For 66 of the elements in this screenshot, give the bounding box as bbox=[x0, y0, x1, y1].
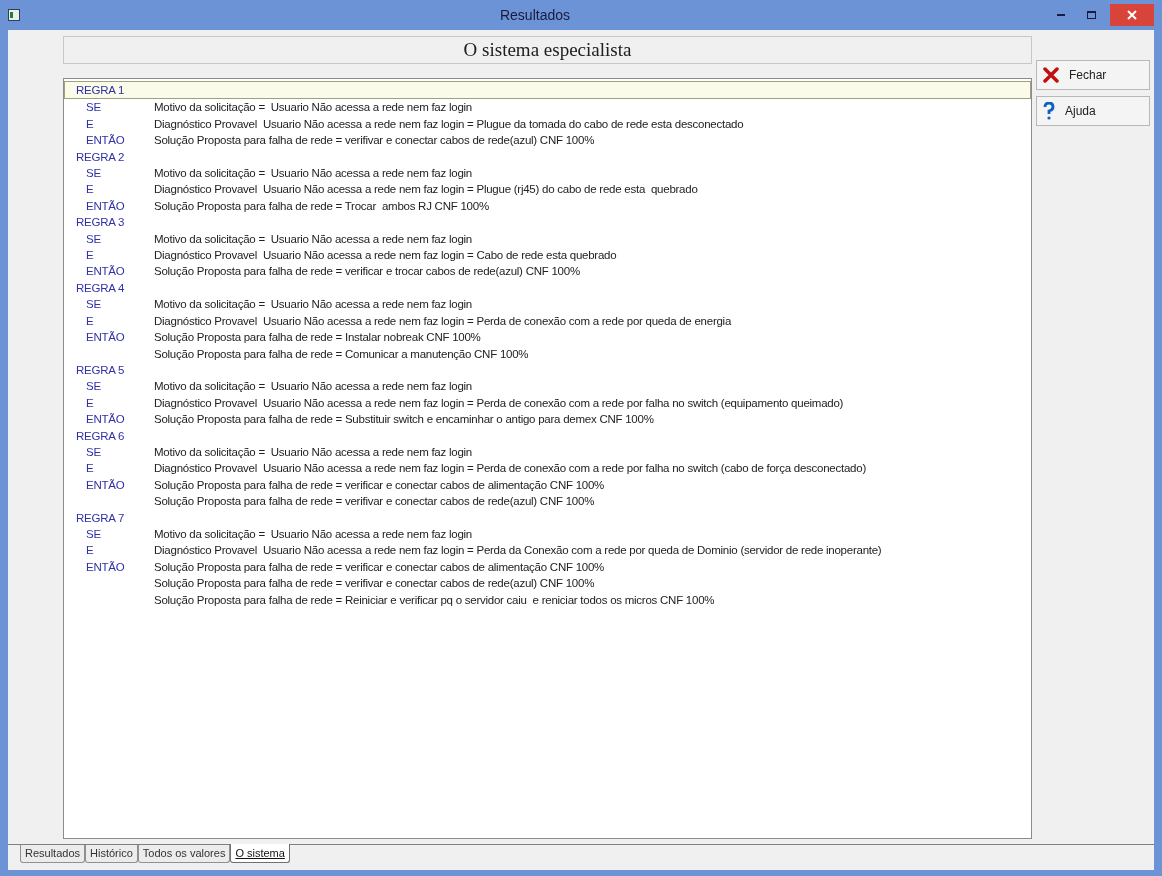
rule-keyword: E bbox=[86, 183, 94, 196]
rule-condition: Motivo da solicitação = Usuario Não acessa a rede nem faz login bbox=[154, 444, 472, 460]
rule-heading: REGRA 7 bbox=[75, 510, 126, 526]
tab[interactable]: Todos os valores bbox=[137, 845, 231, 863]
rule-condition: Solução Proposta para falha de rede = Trocar ambos RJ CNF 100% bbox=[154, 198, 489, 214]
rule-keyword: SE bbox=[86, 380, 101, 393]
rule-condition: Motivo da solicitação = Usuario Não acessa a rede nem faz login bbox=[154, 166, 472, 182]
rule-keyword: E bbox=[86, 544, 94, 557]
rule-heading: REGRA 4 bbox=[75, 280, 126, 296]
close-icon bbox=[1043, 67, 1059, 83]
rule-keyword: E bbox=[86, 462, 94, 475]
rule-keyword: ENTÃO bbox=[86, 199, 125, 212]
rule-heading: REGRA 5 bbox=[75, 362, 126, 378]
rule-keyword: E bbox=[86, 314, 94, 327]
rule-keyword: SE bbox=[86, 167, 101, 180]
tab[interactable]: Histórico bbox=[85, 845, 138, 863]
rule-condition: Motivo da solicitação = Usuario Não acessa a rede nem faz login bbox=[154, 231, 472, 247]
rule-condition: Diagnóstico Provavel Usuario Não acessa a rede nem faz login = Perda de conexão com a rede por queda de energia bbox=[154, 313, 732, 329]
rule-keyword: ENTÃO bbox=[86, 560, 125, 573]
rule-keyword: SE bbox=[86, 232, 101, 245]
rule-condition: Solução Proposta para falha de rede = verificar e trocar cabos de rede(azul) CNF 100% bbox=[154, 264, 580, 280]
tab[interactable]: O sistema bbox=[230, 844, 290, 863]
rule-keyword: E bbox=[86, 396, 94, 409]
tab[interactable]: Resultados bbox=[20, 845, 86, 863]
rule-heading: REGRA 6 bbox=[75, 428, 126, 444]
header-panel: O sistema especialista bbox=[63, 36, 1032, 64]
rule-keyword: ENTÃO bbox=[86, 134, 125, 147]
rule-keyword: ENTÃO bbox=[86, 413, 125, 426]
rule-keyword: SE bbox=[86, 298, 101, 311]
rule-condition: Diagnóstico Provavel Usuario Não acessa a rede nem faz login = Plugue (rj45) do cabo de rede esta quebrado bbox=[154, 182, 698, 198]
rule-keyword: SE bbox=[86, 101, 101, 114]
rule-heading: REGRA 2 bbox=[75, 149, 126, 165]
rule-condition: Solução Proposta para falha de rede = verificar e conectar cabos de alimentação CNF 100% bbox=[154, 477, 605, 493]
rule-condition: Motivo da solicitação = Usuario Não acessa a rede nem faz login bbox=[154, 297, 472, 313]
rule-condition: Solução Proposta para falha de rede = verificar e conectar cabos de alimentação CNF 100% bbox=[154, 559, 605, 575]
rule-condition: Motivo da solicitação = Usuario Não acessa a rede nem faz login bbox=[154, 379, 472, 395]
rule-condition: Motivo da solicitação = Usuario Não acessa a rede nem faz login bbox=[154, 526, 472, 542]
help-button[interactable]: Ajuda bbox=[1036, 96, 1150, 126]
window-title: Resultados bbox=[498, 5, 571, 25]
rule-keyword: SE bbox=[86, 527, 101, 540]
rule-keyword: ENTÃO bbox=[86, 331, 125, 344]
rule-condition: Solução Proposta para falha de rede = Comunicar a manutenção CNF 100% bbox=[154, 346, 529, 362]
rule-condition: Solução Proposta para falha de rede = verifivar e conectar cabos de rede(azul) CNF 100% bbox=[154, 133, 595, 149]
close-icon bbox=[1127, 10, 1137, 20]
rule-keyword: E bbox=[86, 117, 94, 130]
question-mark-icon bbox=[1043, 102, 1055, 120]
rule-condition: Diagnóstico Provavel Usuario Não acessa a rede nem faz login = Perda da Conexão com a rede por queda de Dominio (servidor de rede inoperante) bbox=[154, 543, 882, 559]
rule-condition: Solução Proposta para falha de rede = Substituir switch e encaminhar o antigo para demex CNF 100% bbox=[154, 412, 654, 428]
rule-condition: Diagnóstico Provavel Usuario Não acessa a rede nem faz login = Cabo de rede esta quebrado bbox=[154, 248, 617, 264]
rule-condition: Solução Proposta para falha de rede = Instalar nobreak CNF 100% bbox=[154, 330, 481, 346]
close-button[interactable] bbox=[1110, 4, 1154, 26]
rule-condition: Diagnóstico Provavel Usuario Não acessa a rede nem faz login = Perda de conexão com a rede por falha no switch (cabo de força desconectado) bbox=[154, 461, 866, 477]
rule-keyword: ENTÃO bbox=[86, 478, 125, 491]
rule-condition: Solução Proposta para falha de rede = Reiniciar e verificar pq o servidor caiu e reniciar todos os micros CNF 100% bbox=[154, 592, 715, 608]
rule-heading: REGRA 1 bbox=[64, 81, 1031, 100]
rule-condition: Solução Proposta para falha de rede = verifivar e conectar cabos de rede(azul) CNF 100% bbox=[154, 494, 595, 510]
rule-keyword: E bbox=[86, 249, 94, 262]
rule-heading: REGRA 3 bbox=[75, 215, 126, 231]
rule-condition: Motivo da solicitação = Usuario Não acessa a rede nem faz login bbox=[154, 100, 472, 116]
rule-condition: Diagnóstico Provavel Usuario Não acessa a rede nem faz login = Plugue da tomada do cabo de rede esta desconectado bbox=[154, 116, 744, 132]
rule-keyword: ENTÃO bbox=[86, 265, 125, 278]
rule-keyword: SE bbox=[86, 445, 101, 458]
rule-condition: Diagnóstico Provavel Usuario Não acessa a rede nem faz login = Perda de conexão com a rede por falha no switch (equipamento queimado) bbox=[154, 395, 844, 411]
close-window-button[interactable]: Fechar bbox=[1036, 60, 1150, 90]
rule-condition: Solução Proposta para falha de rede = verifivar e conectar cabos de rede(azul) CNF 100% bbox=[154, 576, 595, 592]
app-icon bbox=[8, 9, 20, 21]
